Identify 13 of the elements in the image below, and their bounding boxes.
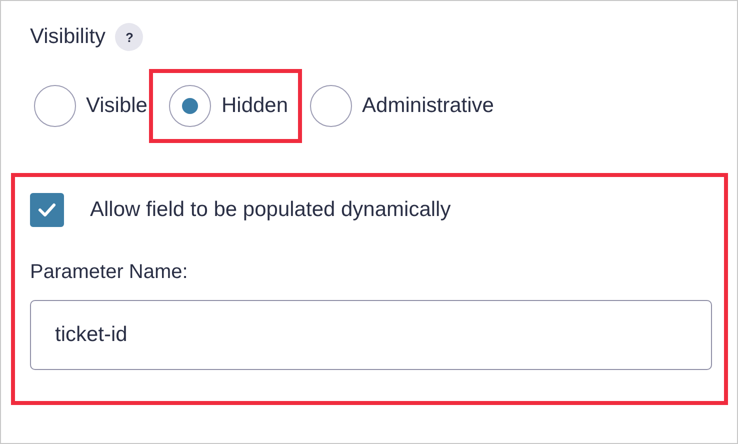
visibility-label: Visibility xyxy=(30,25,106,49)
radio-label[interactable]: Administrative xyxy=(362,94,494,118)
field-label: Parameter Name: xyxy=(30,261,189,284)
radio-button[interactable] xyxy=(34,85,76,127)
radio-button[interactable] xyxy=(310,85,352,127)
help-button[interactable]: ? xyxy=(115,23,144,51)
input-field[interactable]: ticket-id xyxy=(30,300,712,370)
checkbox-label[interactable]: Allow field to be populated dynamically xyxy=(90,198,451,222)
radio-label[interactable]: Hidden xyxy=(221,94,288,118)
radio-button[interactable] xyxy=(169,85,212,127)
check-icon xyxy=(37,202,57,218)
radio-label[interactable]: Visible xyxy=(86,94,148,118)
checkbox[interactable] xyxy=(30,193,64,227)
